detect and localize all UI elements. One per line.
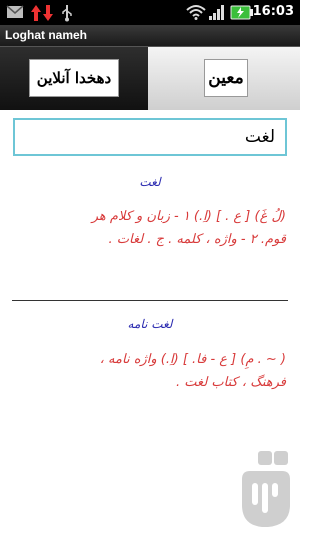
tab-bar: دهخدا آنلاین معین — [0, 47, 300, 110]
tab-dehkhoda-online[interactable]: دهخدا آنلاین — [0, 47, 148, 110]
signal-icon — [208, 4, 226, 25]
search-input[interactable] — [13, 118, 287, 156]
tab-moein[interactable]: معین — [148, 47, 300, 110]
title-bar: Loghat nameh — [0, 25, 300, 47]
clock: 16:03 — [252, 4, 294, 19]
entry-definition: (لُ غَ) [ ع . ] (اِ.) ۱ - زبان و کلام هر… — [10, 205, 286, 251]
definition-line: (لُ غَ) [ ع . ] (اِ.) ۱ - زبان و کلام هر — [91, 209, 286, 224]
tab-moein-label: معین — [204, 59, 248, 97]
definition-line: قوم. ۲ - واژه ، کلمه . ج . لغات . — [108, 232, 287, 247]
data-transfer-icon — [30, 4, 54, 26]
wifi-icon — [186, 4, 206, 24]
usb-icon — [60, 4, 74, 26]
app-title: Loghat nameh — [5, 28, 88, 42]
store-logo-icon — [238, 449, 294, 529]
tab-dehkhoda-label: دهخدا آنلاین — [29, 59, 119, 97]
divider — [12, 300, 288, 301]
battery-icon — [230, 4, 254, 25]
definition-line: ( ~ . مِ) [ ع - فا. ] (اِ.) واژه نامه ، — [99, 352, 286, 367]
entry-title: لغت نامه — [127, 317, 173, 331]
entry-definition: ( ~ . مِ) [ ع - فا. ] (اِ.) واژه نامه ، … — [10, 348, 286, 394]
status-bar: 16:03 — [0, 0, 300, 25]
entry-title: لغت — [139, 175, 161, 189]
mail-icon — [6, 4, 24, 24]
definition-line: فرهنگ ، کتاب لغت . — [176, 375, 286, 390]
